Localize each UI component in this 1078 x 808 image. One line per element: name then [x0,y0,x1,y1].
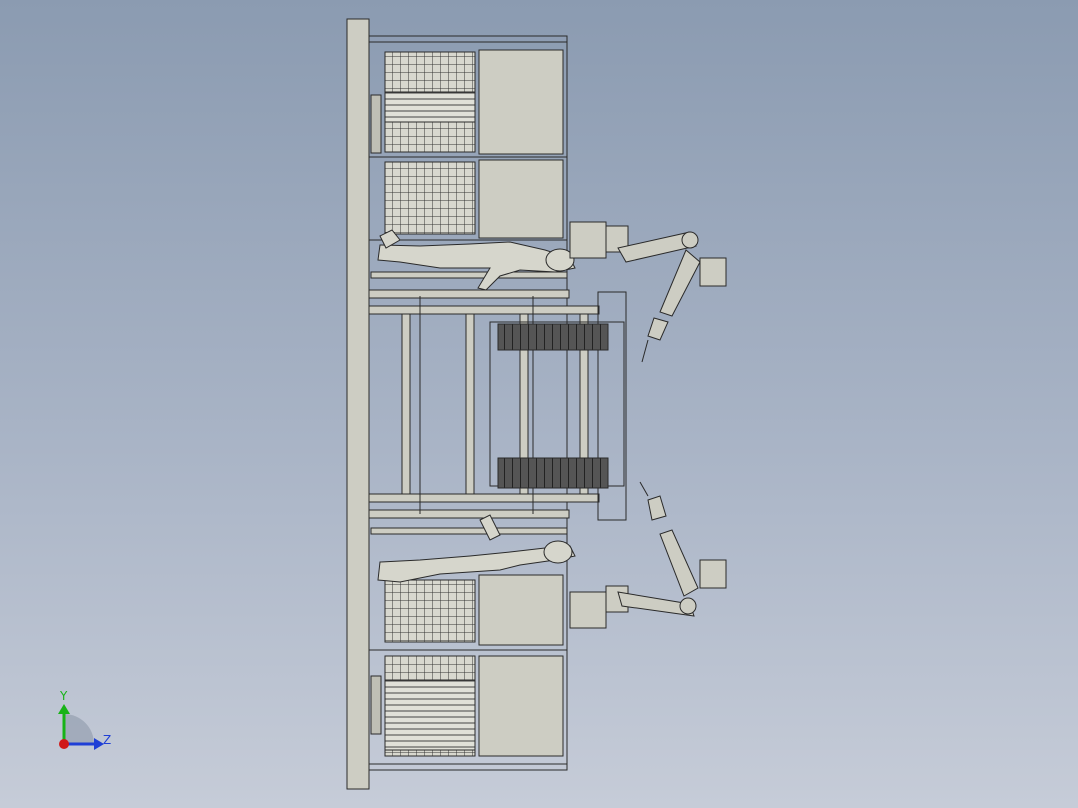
coordinate-triad: Y Z [58,689,111,750]
cad-viewport[interactable]: Y Z [0,0,1078,808]
y-axis-label: Y [59,689,68,703]
robot-arm-lower [569,481,727,629]
cabinet-bottom-upper [369,574,567,651]
mannequin-upper [377,229,576,291]
mannequin-lower [377,514,576,583]
machine-assembly [346,18,727,790]
cabinet-top-upper [369,49,567,158]
cabinet-bottom-lower [370,655,564,757]
conveyor-belts [497,323,609,489]
base-plate [346,18,370,790]
cabinet-top-lower [369,159,567,241]
origin-dot [59,739,69,749]
conveyor-belt-upper [497,323,609,351]
triad-arc [64,714,94,744]
z-axis-label: Z [103,733,111,747]
conveyor-belt-lower [497,457,609,489]
